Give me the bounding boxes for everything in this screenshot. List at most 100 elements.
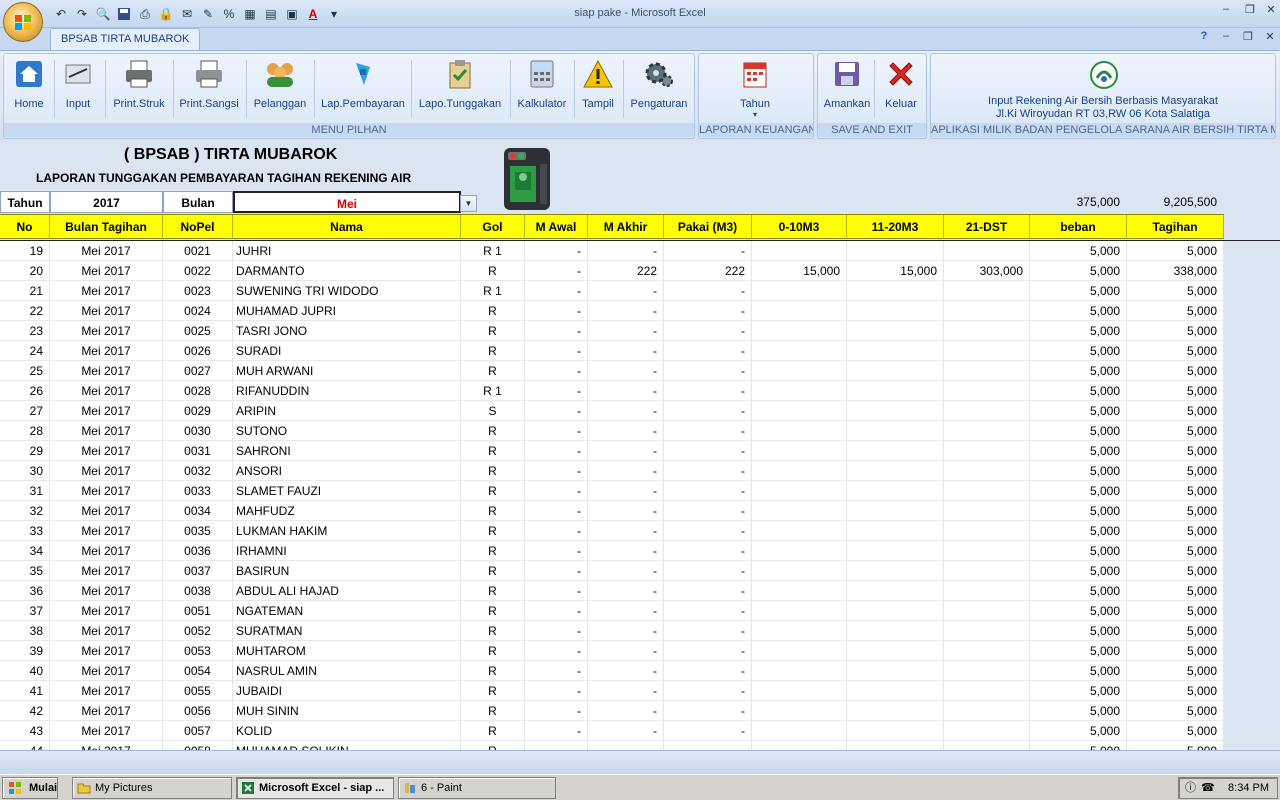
table-row[interactable]: 36 Mei 2017 0038 ABDUL ALI HAJAD R - - -5,000 5,… <box>0 581 1224 601</box>
minimize-icon[interactable]: – <box>1218 3 1234 17</box>
table-row[interactable]: 25 Mei 2017 0027 MUH ARWANI R - - -5,000 5,000 <box>0 361 1224 381</box>
start-button[interactable]: Mulai <box>2 777 58 799</box>
table-row[interactable]: 35 Mei 2017 0037 BASIRUN R - - -5,000 5,000 <box>0 561 1224 581</box>
table-row[interactable]: 29 Mei 2017 0031 SAHRONI R - - -5,000 5,000 <box>0 441 1224 461</box>
workbook-minimize-icon[interactable]: – <box>1218 30 1234 46</box>
cell-tarif-0-10 <box>752 561 847 581</box>
cell-bulan-tagihan: Mei 2017 <box>50 661 163 681</box>
cell-bulan-tagihan: Mei 2017 <box>50 641 163 661</box>
cell-beban: 5,000 <box>1030 741 1127 750</box>
cell-gol: R <box>461 521 525 541</box>
bulan-dropdown[interactable]: Mei <box>233 191 461 213</box>
print-sangsi-button[interactable]: Print.Sangsi <box>176 56 242 120</box>
table-row[interactable]: 23 Mei 2017 0025 TASRI JONO R - - -5,000 5,000 <box>0 321 1224 341</box>
table-row[interactable]: 37 Mei 2017 0051 NGATEMAN R - - -5,000 5,000 <box>0 601 1224 621</box>
cell-tarif-21-dst <box>944 481 1030 501</box>
help-tray-icon[interactable]: ⓘ <box>1185 778 1196 798</box>
taskbar-item-excel[interactable]: Microsoft Excel - siap ... <box>236 777 394 799</box>
cell-m-awal: - <box>525 701 588 721</box>
cell-tarif-21-dst <box>944 561 1030 581</box>
tab-bpsab[interactable]: BPSAB TIRTA MUBAROK <box>50 28 201 50</box>
table-row[interactable]: 34 Mei 2017 0036 IRHAMNI R - - -5,000 5,000 <box>0 541 1224 561</box>
cell-tarif-0-10 <box>752 301 847 321</box>
cell-bulan-tagihan: Mei 2017 <box>50 381 163 401</box>
table-row[interactable]: 28 Mei 2017 0030 SUTONO R - - -5,000 5,000 <box>0 421 1224 441</box>
column-header-no: No <box>0 215 50 239</box>
table-row[interactable]: 24 Mei 2017 0026 SURADI R - - -5,000 5,000 <box>0 341 1224 361</box>
help-icon[interactable]: ? <box>1196 30 1212 46</box>
lapo-tunggakan-button[interactable]: Lapo.Tunggakan <box>414 56 506 120</box>
cell-nopel: 0022 <box>163 261 233 281</box>
cell-pakai: - <box>664 421 752 441</box>
table-row[interactable]: 20 Mei 2017 0022 DARMANTO R -222 222 15,000 15,0… <box>0 261 1224 281</box>
cell-tagihan: 5,000 <box>1127 641 1224 661</box>
tampil-button[interactable]: Tampil <box>578 56 618 120</box>
clock: 8:34 PM <box>1228 782 1269 794</box>
taskbar-item-paint[interactable]: 6 - Paint <box>398 777 556 799</box>
table-row[interactable]: 32 Mei 2017 0034 MAHFUDZ R - - -5,000 5,000 <box>0 501 1224 521</box>
bulan-dropdown-arrow-icon[interactable]: ▼ <box>460 195 477 212</box>
print-struk-button[interactable]: Print.Struk <box>108 56 170 120</box>
table-row[interactable]: 42 Mei 2017 0056 MUH SININ R - - -5,000 5,000 <box>0 701 1224 721</box>
table-row[interactable]: 19 Mei 2017 0021 JUHRI R 1- - -5,000 5,000 <box>0 241 1224 261</box>
cell-bulan-tagihan: Mei 2017 <box>50 721 163 741</box>
table-row[interactable]: 41 Mei 2017 0055 JUBAIDI R - - -5,000 5,000 <box>0 681 1224 701</box>
cell-pakai: - <box>664 641 752 661</box>
tahun-value[interactable]: 2017 <box>50 191 163 213</box>
office-button[interactable] <box>3 2 43 42</box>
taskbar-item-my-pictures[interactable]: My Pictures <box>72 777 232 799</box>
table-row[interactable]: 31 Mei 2017 0033 SLAMET FAUZI R - - -5,000 5,000 <box>0 481 1224 501</box>
table-row[interactable]: 27 Mei 2017 0029 ARIPIN S - - -5,000 5,000 <box>0 401 1224 421</box>
cell-tarif-21-dst <box>944 621 1030 641</box>
cell-tarif-11-20 <box>847 441 944 461</box>
table-row[interactable]: 39 Mei 2017 0053 MUHTAROM R - - -5,000 5,000 <box>0 641 1224 661</box>
cell-gol: R <box>461 421 525 441</box>
cell-tagihan: 338,000 <box>1127 261 1224 281</box>
amankan-button[interactable]: Amankan <box>822 56 872 120</box>
cell-m-awal: - <box>525 581 588 601</box>
cell-gol: S <box>461 401 525 421</box>
cell-gol: R <box>461 681 525 701</box>
tahun-button[interactable]: Tahun ▾ <box>727 56 783 120</box>
workbook-restore-icon[interactable]: ❐ <box>1240 30 1256 46</box>
cell-bulan-tagihan: Mei 2017 <box>50 521 163 541</box>
cell-tarif-21-dst: 303,000 <box>944 261 1030 281</box>
group-label-laporan-keuangan: LAPORAN KEUANGAN <box>699 123 813 137</box>
table-row[interactable]: 40 Mei 2017 0054 NASRUL AMIN R - - -5,000 5,000 <box>0 661 1224 681</box>
taskbar: Mulai My Pictures Microsoft Excel - siap… <box>0 774 1280 800</box>
cell-beban: 5,000 <box>1030 501 1127 521</box>
cell-nopel: 0028 <box>163 381 233 401</box>
input-button[interactable]: Input <box>58 56 98 120</box>
excel-icon <box>242 782 254 794</box>
workbook-close-icon[interactable]: ✕ <box>1262 30 1278 46</box>
cell-nama: MAHFUDZ <box>233 501 461 521</box>
table-row[interactable]: 38 Mei 2017 0052 SURATMAN R - - -5,000 5,000 <box>0 621 1224 641</box>
cell-gol: R <box>461 261 525 281</box>
restore-icon[interactable]: ❐ <box>1242 3 1258 17</box>
pengaturan-button[interactable]: Pengaturan <box>626 56 692 120</box>
table-row[interactable]: 44Mei 20170058MUHAMAD SOLIKINR---5,0005,… <box>0 741 1224 750</box>
table-row[interactable]: 43 Mei 2017 0057 KOLID R - - -5,000 5,000 <box>0 721 1224 741</box>
cell-bulan-tagihan: Mei 2017 <box>50 281 163 301</box>
cell-bulan-tagihan: Mei 2017 <box>50 401 163 421</box>
cell-m-akhir: - <box>588 361 664 381</box>
network-tray-icon[interactable]: ☎ <box>1201 778 1215 798</box>
cell-nama: LUKMAN HAKIM <box>233 521 461 541</box>
cell-pakai: - <box>664 301 752 321</box>
table-row[interactable]: 22 Mei 2017 0024 MUHAMAD JUPRI R - - -5,000 5,00… <box>0 301 1224 321</box>
keluar-button[interactable]: Keluar <box>878 56 924 120</box>
table-row[interactable]: 26 Mei 2017 0028 RIFANUDDIN R 1- - -5,000 5,000 <box>0 381 1224 401</box>
table-row[interactable]: 33 Mei 2017 0035 LUKMAN HAKIM R - - -5,000 5,000 <box>0 521 1224 541</box>
cell-beban: 5,000 <box>1030 641 1127 661</box>
lap-pembayaran-button[interactable]: Lap.Pembayaran <box>318 56 408 120</box>
cell-m-awal: - <box>525 461 588 481</box>
table-row[interactable]: 21 Mei 2017 0023 SUWENING TRI WIDODO R 1---5… <box>0 281 1224 301</box>
table-row[interactable]: 30 Mei 2017 0032 ANSORI R - - -5,000 5,000 <box>0 461 1224 481</box>
home-button[interactable]: Home <box>9 56 49 120</box>
close-icon[interactable]: ✕ <box>1263 3 1279 17</box>
cell-m-akhir: - <box>588 441 664 461</box>
cell-m-awal: - <box>525 381 588 401</box>
kalkulator-button[interactable]: Kalkulator <box>513 56 571 120</box>
pelanggan-button[interactable]: Pelanggan <box>250 56 310 120</box>
cell-nopel: 0031 <box>163 441 233 461</box>
